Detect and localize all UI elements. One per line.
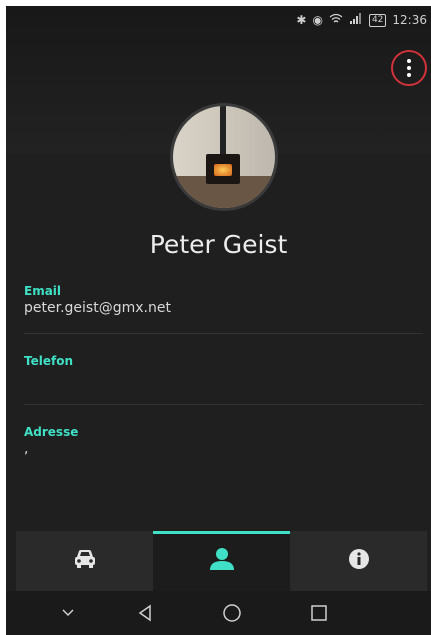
app-screen: ✱ ◉ 42 12:36 Peter Geist Email peter.gei… <box>6 6 431 635</box>
more-vert-icon <box>407 58 411 79</box>
divider <box>24 404 423 405</box>
address-label: Adresse <box>24 425 79 439</box>
phone-field[interactable]: Telefon <box>24 354 423 370</box>
bluetooth-icon: ✱ <box>296 13 307 27</box>
chevron-down-icon[interactable] <box>53 591 83 635</box>
system-nav-bar <box>6 591 431 635</box>
overflow-menu-button[interactable] <box>391 50 427 86</box>
address-value: , <box>24 441 29 457</box>
email-value: peter.geist@gmx.net <box>24 300 171 316</box>
eye-icon: ◉ <box>312 13 323 27</box>
person-icon <box>209 547 235 575</box>
battery-icon: 42 <box>368 13 387 27</box>
tab-info[interactable] <box>290 531 427 591</box>
car-icon <box>72 548 98 574</box>
status-bar: ✱ ◉ 42 12:36 <box>6 6 431 34</box>
bottom-nav <box>16 531 427 591</box>
tab-vehicles[interactable] <box>16 531 153 591</box>
address-field[interactable]: Adresse , <box>24 425 423 457</box>
battery-level: 42 <box>371 14 384 25</box>
back-icon[interactable] <box>130 591 160 635</box>
tab-profile[interactable] <box>153 531 290 591</box>
profile-name: Peter Geist <box>149 230 288 259</box>
signal-icon <box>349 13 363 27</box>
wifi-icon <box>329 13 343 27</box>
phone-label: Telefon <box>24 354 73 368</box>
home-icon[interactable] <box>217 591 247 635</box>
clock: 12:36 <box>392 13 427 27</box>
recents-icon[interactable] <box>304 591 334 635</box>
email-field[interactable]: Email peter.geist@gmx.net <box>24 284 423 316</box>
avatar <box>170 103 278 211</box>
email-label: Email <box>24 284 62 298</box>
divider <box>24 333 423 334</box>
info-icon <box>348 548 370 574</box>
